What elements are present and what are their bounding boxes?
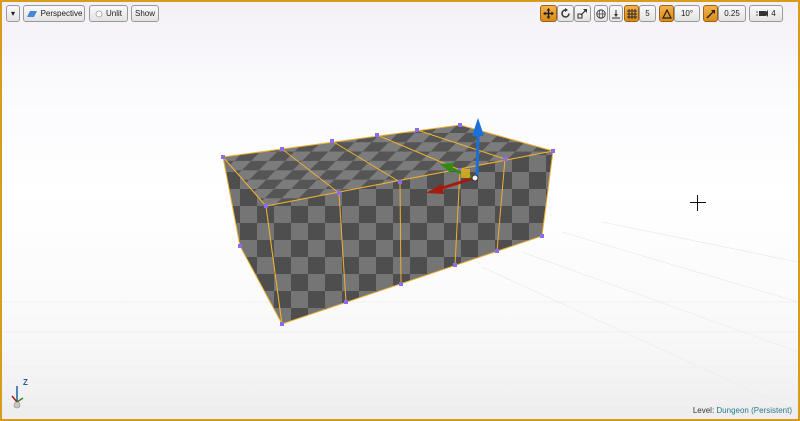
translate-tool-button[interactable] [540,5,557,22]
unlit-label: Unlit [105,9,122,18]
scale-snap-toggle[interactable] [703,5,718,22]
unlit-icon [95,10,103,17]
level-viewport[interactable]: ▾ Perspective Unlit Show 5 10° 0.25 4 Z … [0,0,800,421]
grid-snap-icon [626,8,637,19]
level-name: Dungeon (Persistent) [716,406,792,415]
globe-icon [596,8,606,19]
scale-tool-button[interactable] [574,5,591,22]
rotate-icon [561,8,570,18]
show-button[interactable]: Show [131,5,159,22]
cursor-crosshair [690,195,706,211]
scale-snap-icon [706,9,715,18]
level-status: Level: Dungeon (Persistent) [693,406,792,415]
gizmo-z-arrow [472,118,484,136]
grid-snap-toggle[interactable] [624,5,639,22]
grid-snap-value[interactable]: 5 [639,5,656,22]
move-arrows-icon [543,8,554,19]
grid-snap-value-label: 5 [645,9,650,18]
viewport-options-button[interactable]: ▾ [6,5,20,22]
gizmo-plane-handle [461,169,470,178]
camera-speed-button[interactable]: 4 [749,5,783,22]
rotation-snap-value[interactable]: 10° [674,5,700,22]
axis-gizmo-icon [11,386,24,409]
camera-speed-label: 4 [771,9,776,18]
rotation-snap-icon [661,8,672,19]
axis-z-label: Z [23,378,28,387]
level-label: Level: [692,406,715,415]
rotation-snap-value-label: 10° [680,9,694,18]
perspective-label: Perspective [40,9,83,18]
axis-indicator: Z [8,378,32,410]
dropdown-arrow-icon: ▾ [10,9,15,18]
gizmo-center [471,174,479,182]
gizmo-z-axis [475,133,480,177]
scale-icon [577,9,587,19]
scale-snap-value-label: 0.25 [724,9,740,18]
surface-snap-button[interactable] [609,5,623,22]
perspective-icon [26,10,37,17]
scale-snap-value[interactable]: 0.25 [718,5,746,22]
perspective-button[interactable]: Perspective [23,5,85,22]
camera-speed-icon [756,10,769,17]
scene-view[interactable] [2,2,798,419]
rotate-tool-button[interactable] [557,5,574,22]
coordinate-space-button[interactable] [594,5,608,22]
view-mode-button[interactable]: Unlit [89,5,128,22]
show-label: Show [134,9,155,18]
rotation-snap-toggle[interactable] [659,5,674,22]
surface-snap-icon [612,9,620,18]
